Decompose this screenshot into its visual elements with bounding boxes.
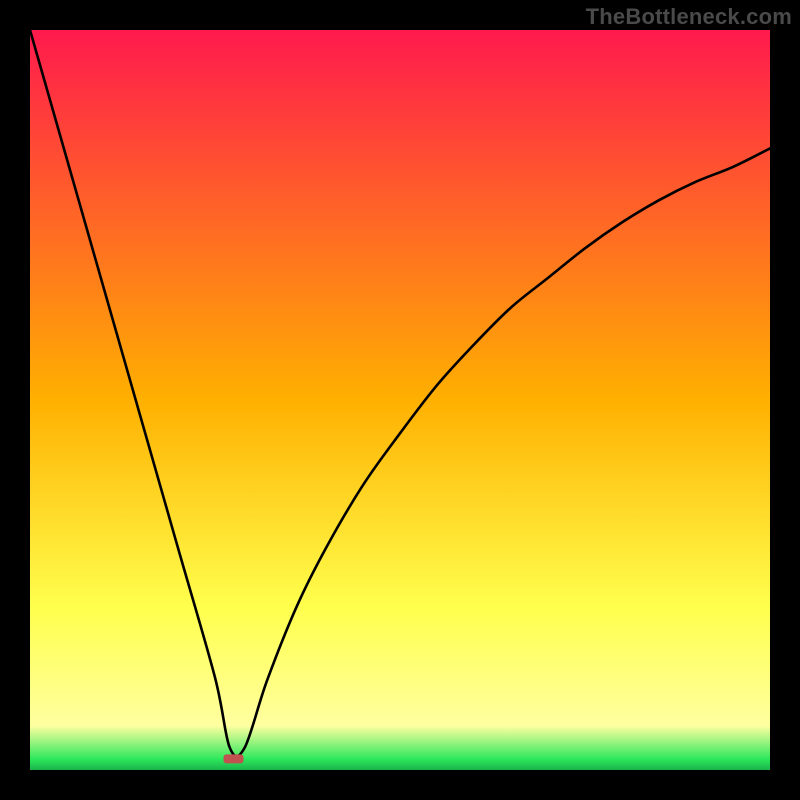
bottleneck-chart — [30, 30, 770, 770]
minimum-marker — [224, 754, 244, 763]
watermark-text: TheBottleneck.com — [586, 4, 792, 30]
gradient-background — [30, 30, 770, 770]
plot-area — [30, 30, 770, 770]
chart-frame: TheBottleneck.com — [0, 0, 800, 800]
